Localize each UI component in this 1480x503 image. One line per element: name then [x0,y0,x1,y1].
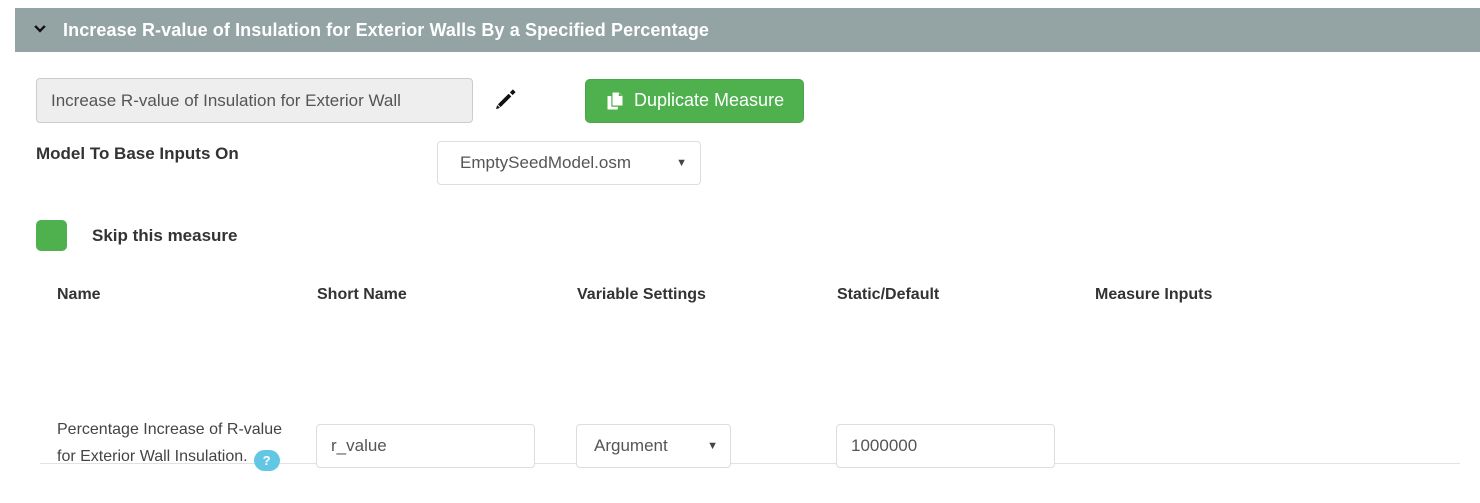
seed-model-row: Model To Base Inputs On EmptySeedModel.o… [36,141,1436,185]
help-badge[interactable]: ? [253,450,280,471]
chevron-down-icon: ▼ [676,156,687,169]
column-header-measure-inputs: Measure Inputs [1095,286,1213,303]
argument-name-text: Percentage Increase of R-value for Exter… [57,421,283,465]
measure-panel: Increase R-value of Insulation for Exter… [0,0,1480,503]
measure-name-input[interactable] [36,78,473,123]
seed-model-select[interactable]: EmptySeedModel.osm ▼ [437,141,701,185]
measure-panel-header[interactable]: Increase R-value of Insulation for Exter… [15,8,1480,52]
pencil-icon [493,86,519,115]
edit-measure-name-button[interactable] [489,84,523,118]
chevron-down-icon[interactable] [31,21,49,39]
skip-measure-row: Skip this measure [36,220,238,251]
column-header-name: Name [57,286,101,303]
arguments-table: Name Short Name Variable Settings Static… [40,278,1460,471]
column-header-short-name: Short Name [317,286,407,303]
static-default-input[interactable] [836,424,1055,468]
chevron-down-icon: ▼ [707,439,718,452]
argument-name-cell: Percentage Increase of R-value for Exter… [57,416,289,471]
column-header-static-default: Static/Default [837,286,940,303]
seed-model-selected-value: EmptySeedModel.osm [460,153,632,172]
table-row: Percentage Increase of R-value for Exter… [40,328,1460,471]
column-header-variable-settings: Variable Settings [577,286,706,303]
measure-name-row: Duplicate Measure [36,78,805,123]
duplicate-measure-label: Duplicate Measure [634,90,785,110]
variable-settings-selected-value: Argument [594,436,668,455]
short-name-input[interactable] [316,424,535,468]
variable-settings-select[interactable]: Argument ▼ [576,424,731,468]
skip-measure-checkbox[interactable] [36,220,67,251]
arguments-table-header: Name Short Name Variable Settings Static… [40,278,1460,328]
variable-settings-select-wrapper: Argument ▼ [576,424,731,468]
page-title: Increase R-value of Insulation for Exter… [63,19,710,40]
seed-model-label: Model To Base Inputs On [36,144,239,163]
copy-files-icon [605,91,625,111]
duplicate-measure-button[interactable]: Duplicate Measure [585,78,805,123]
skip-measure-label: Skip this measure [92,225,238,245]
seed-model-select-wrapper: EmptySeedModel.osm ▼ [437,141,701,185]
